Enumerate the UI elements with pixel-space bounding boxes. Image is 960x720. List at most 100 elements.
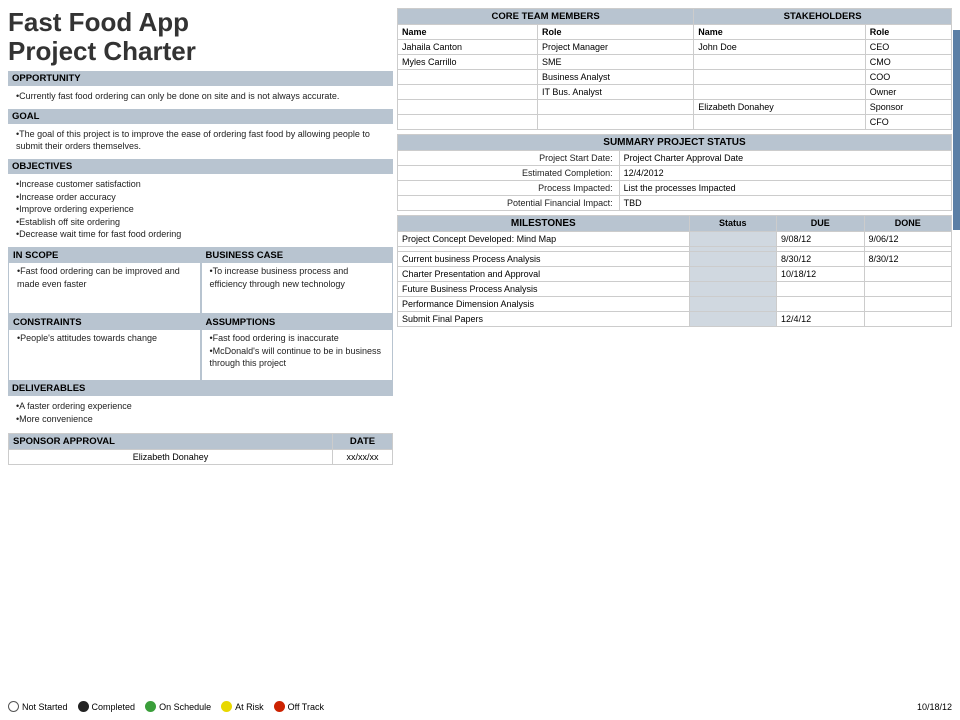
milestone-name: Submit Final Papers <box>398 312 690 327</box>
stakeholders-role-col-header: Role <box>865 25 951 40</box>
stakeholder-role: CMO <box>865 55 951 70</box>
legend-label: Off Track <box>288 702 324 712</box>
stakeholders-name-col-header: Name <box>694 25 865 40</box>
milestone-row: Future Business Process Analysis <box>398 282 952 297</box>
objectives-header: OBJECTIVES <box>8 159 393 174</box>
business-case-col: BUSINESS CASE •To increase business proc… <box>201 247 394 314</box>
milestone-row: Project Concept Developed: Mind Map 9/08… <box>398 232 952 247</box>
core-team-name <box>398 70 538 85</box>
milestone-done <box>864 282 951 297</box>
constraints-header: CONSTRAINTS <box>9 315 200 330</box>
right-panel: CORE TEAM MEMBERS STAKEHOLDERS Name Role… <box>393 8 952 697</box>
page: Fast Food App Project Charter OPPORTUNIT… <box>0 0 960 720</box>
left-panel: Fast Food App Project Charter OPPORTUNIT… <box>8 8 393 697</box>
sponsor-name: Elizabeth Donahey <box>9 450 333 465</box>
milestone-row: Charter Presentation and Approval 10/18/… <box>398 267 952 282</box>
summary-label: Potential Financial Impact: <box>398 196 620 211</box>
team-stakeholders-table: CORE TEAM MEMBERS STAKEHOLDERS Name Role… <box>397 8 952 130</box>
milestones-status-col-header: Status <box>689 216 776 232</box>
milestone-due: 9/08/12 <box>777 232 864 247</box>
core-team-role <box>538 100 694 115</box>
business-case-header: BUSINESS CASE <box>202 248 393 263</box>
opportunity-body: •Currently fast food ordering can only b… <box>8 88 393 109</box>
milestone-name: Performance Dimension Analysis <box>398 297 690 312</box>
milestone-done: 8/30/12 <box>864 252 951 267</box>
constraints-body: •People's attitudes towards change <box>9 330 200 380</box>
core-team-name <box>398 115 538 130</box>
summary-header: SUMMARY PROJECT STATUS <box>398 135 952 151</box>
legend-circle-green <box>145 701 156 712</box>
core-team-role: Project Manager <box>538 40 694 55</box>
stakeholder-role: CFO <box>865 115 951 130</box>
stakeholder-name <box>694 55 865 70</box>
legend-label: On Schedule <box>159 702 211 712</box>
milestone-name: Charter Presentation and Approval <box>398 267 690 282</box>
milestone-status <box>689 232 776 247</box>
in-scope-body: •Fast food ordering can be improved and … <box>9 263 200 313</box>
milestone-status <box>689 267 776 282</box>
stakeholder-role: Owner <box>865 85 951 100</box>
summary-value: Project Charter Approval Date <box>619 151 951 166</box>
team-row: Myles Carrillo SME CMO <box>398 55 952 70</box>
milestone-status <box>689 282 776 297</box>
milestone-done <box>864 297 951 312</box>
milestone-due: 8/30/12 <box>777 252 864 267</box>
core-team-name: Jahaila Canton <box>398 40 538 55</box>
legend-item: On Schedule <box>145 701 211 712</box>
summary-row: Process Impacted: List the processes Imp… <box>398 181 952 196</box>
team-row: Jahaila Canton Project Manager John Doe … <box>398 40 952 55</box>
stakeholders-header: STAKEHOLDERS <box>694 9 952 25</box>
summary-value: List the processes Impacted <box>619 181 951 196</box>
milestone-done <box>864 267 951 282</box>
stakeholder-name: Elizabeth Donahey <box>694 100 865 115</box>
stakeholder-name <box>694 85 865 100</box>
stakeholder-role: Sponsor <box>865 100 951 115</box>
milestone-name: Project Concept Developed: Mind Map <box>398 232 690 247</box>
right-blue-bar <box>953 30 960 230</box>
summary-row: Estimated Completion: 12/4/2012 <box>398 166 952 181</box>
milestone-done: 9/06/12 <box>864 232 951 247</box>
legend-item: At Risk <box>221 701 264 712</box>
legend-item: Completed <box>78 701 136 712</box>
summary-row: Potential Financial Impact: TBD <box>398 196 952 211</box>
milestones-done-col-header: DONE <box>864 216 951 232</box>
summary-label: Process Impacted: <box>398 181 620 196</box>
milestone-due <box>777 282 864 297</box>
milestones-header: MILESTONES <box>398 216 690 232</box>
legend-label: Completed <box>92 702 136 712</box>
summary-label: Estimated Completion: <box>398 166 620 181</box>
deliverables-body: •A faster ordering experience •More conv… <box>8 398 393 431</box>
summary-table: SUMMARY PROJECT STATUS Project Start Dat… <box>397 134 952 211</box>
milestone-due: 10/18/12 <box>777 267 864 282</box>
milestone-status <box>689 297 776 312</box>
deliverables-section: DELIVERABLES •A faster ordering experien… <box>8 381 393 431</box>
constraints-assumptions-row: CONSTRAINTS •People's attitudes towards … <box>8 314 393 381</box>
assumptions-header: ASSUMPTIONS <box>202 315 393 330</box>
milestone-status <box>689 252 776 267</box>
assumptions-col: ASSUMPTIONS •Fast food ordering is inacc… <box>201 314 394 381</box>
legend-item: Off Track <box>274 701 324 712</box>
core-team-header: CORE TEAM MEMBERS <box>398 9 694 25</box>
core-team-role-col-header: Role <box>538 25 694 40</box>
legend-circle-empty <box>8 701 19 712</box>
summary-label: Project Start Date: <box>398 151 620 166</box>
team-row: Business Analyst COO <box>398 70 952 85</box>
goal-header: GOAL <box>8 109 393 124</box>
opportunity-section: OPPORTUNITY •Currently fast food orderin… <box>8 71 393 109</box>
stakeholder-role: CEO <box>865 40 951 55</box>
milestone-done <box>864 312 951 327</box>
legend-circle-red <box>274 701 285 712</box>
stakeholder-name: John Doe <box>694 40 865 55</box>
team-row: IT Bus. Analyst Owner <box>398 85 952 100</box>
legend: Not Started Completed On Schedule At Ris… <box>8 701 324 712</box>
business-case-body: •To increase business process and effici… <box>202 263 393 313</box>
footer-date: 10/18/12 <box>917 702 952 712</box>
goal-section: GOAL •The goal of this project is to imp… <box>8 109 393 159</box>
core-team-role <box>538 115 694 130</box>
assumptions-body: •Fast food ordering is inaccurate •McDon… <box>202 330 393 380</box>
team-row: CFO <box>398 115 952 130</box>
milestone-row: Submit Final Papers 12/4/12 <box>398 312 952 327</box>
legend-item: Not Started <box>8 701 68 712</box>
milestone-name: Current business Process Analysis <box>398 252 690 267</box>
project-title: Fast Food App Project Charter <box>8 8 393 65</box>
